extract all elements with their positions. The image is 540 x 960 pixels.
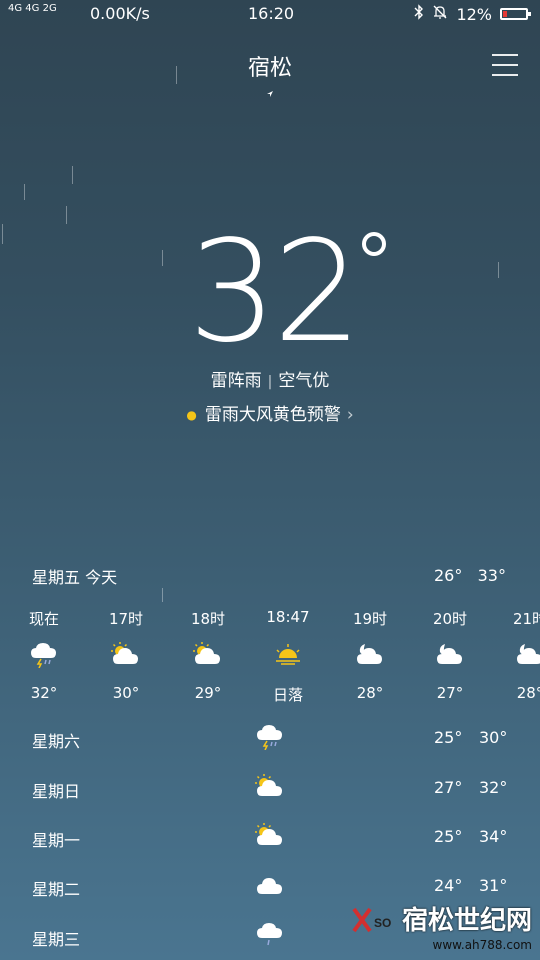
warning-text: 雷雨大风黄色预警 bbox=[204, 405, 341, 425]
day-name: 星期一 bbox=[32, 831, 81, 850]
rain-icon bbox=[255, 922, 285, 948]
daily-row: 星期六 25° 30° bbox=[0, 725, 540, 758]
day-name: 星期六 bbox=[32, 732, 81, 751]
status-right: 12% bbox=[414, 4, 531, 24]
day-name: 星期日 bbox=[32, 782, 81, 801]
menu-icon[interactable] bbox=[492, 54, 518, 84]
day-high: 34° bbox=[479, 827, 508, 846]
today-low: 26° bbox=[434, 566, 463, 585]
hour-label: 21时 bbox=[512, 610, 540, 628]
watermark-logo: SO bbox=[350, 903, 396, 935]
network-indicator: 4G 4G 2G bbox=[8, 3, 57, 14]
city-title[interactable]: 宿松 bbox=[0, 50, 540, 82]
today-label: 星期五 今天 bbox=[32, 568, 118, 587]
partly-cloudy-icon bbox=[111, 642, 141, 668]
hour-temp: 28° bbox=[516, 684, 540, 702]
divider: | bbox=[267, 374, 273, 390]
battery-icon bbox=[500, 8, 531, 20]
hour-temp: 30° bbox=[112, 684, 140, 702]
status-bar: 4G 4G 2G 0.00K/s 16:20 12% bbox=[0, 0, 540, 28]
current-temperature: 32 bbox=[188, 211, 362, 374]
condition-line: 雷阵雨 | 空气优 bbox=[0, 366, 540, 391]
air-quality[interactable]: 空气优 bbox=[278, 371, 329, 391]
watermark-brand: 宿松世纪网 bbox=[401, 906, 532, 936]
day-name: 星期二 bbox=[32, 880, 81, 899]
day-high: 30° bbox=[479, 728, 508, 747]
rain-streak bbox=[24, 184, 25, 200]
partly-cloudy-icon bbox=[193, 642, 223, 668]
today-high: 33° bbox=[477, 566, 506, 585]
day-high: 32° bbox=[479, 778, 508, 797]
svg-text:SO: SO bbox=[374, 916, 391, 930]
degree-symbol bbox=[362, 232, 386, 256]
today-range: 26° 33° bbox=[434, 566, 506, 585]
hour-label: 18:47 bbox=[266, 608, 310, 626]
rain-streak bbox=[2, 224, 3, 244]
day-low: 24° bbox=[434, 876, 463, 895]
watermark-url: www.ah788.com bbox=[432, 938, 532, 952]
hour-temp: 27° bbox=[436, 684, 464, 702]
rain-streak bbox=[66, 206, 67, 224]
mute-icon bbox=[432, 4, 448, 24]
weather-warning[interactable]: ● 雷雨大风黄色预警 › bbox=[0, 400, 540, 425]
rain-streak bbox=[162, 250, 163, 266]
hour-temp: 29° bbox=[194, 684, 222, 702]
condition-text: 雷阵雨 bbox=[210, 371, 262, 391]
rain-streak bbox=[498, 262, 499, 278]
hourly-forecast[interactable]: 现在 32° 17时 30° 18时 29° 18:47 日落 19时 28° 20时 27° 21时 2… bbox=[0, 608, 540, 708]
daily-row: 星期日 27° 32° bbox=[0, 774, 540, 808]
thunder-rain-icon bbox=[29, 642, 59, 669]
day-name: 星期三 bbox=[32, 930, 81, 949]
thunder-rain-icon bbox=[255, 724, 285, 751]
sunset-icon bbox=[273, 642, 303, 668]
rain-streak bbox=[162, 588, 163, 602]
partly-cloudy-icon bbox=[255, 774, 285, 800]
network-speed: 0.00K/s bbox=[90, 4, 150, 23]
rain-streak bbox=[72, 166, 73, 184]
hour-label: 18时 bbox=[190, 610, 226, 628]
watermark: SO 宿松世纪网 www.ah788.com bbox=[350, 900, 532, 952]
location-arrow-icon bbox=[266, 90, 274, 101]
bluetooth-icon bbox=[414, 4, 424, 24]
hour-temp: 日落 bbox=[272, 686, 303, 704]
battery-percent: 12% bbox=[456, 4, 492, 24]
hour-label: 19时 bbox=[352, 610, 388, 628]
day-low: 25° bbox=[434, 827, 463, 846]
hour-label: 17时 bbox=[108, 610, 144, 628]
daily-row: 星期一 25° 34° bbox=[0, 823, 540, 857]
hour-label: 20时 bbox=[432, 610, 468, 628]
hour-label: 现在 bbox=[28, 610, 59, 628]
day-high: 31° bbox=[479, 876, 508, 895]
partly-cloudy-icon bbox=[255, 823, 285, 849]
night-cloudy-icon bbox=[515, 642, 540, 668]
hour-temp: 28° bbox=[356, 684, 384, 702]
status-time: 16:20 bbox=[248, 4, 295, 23]
chevron-right-icon: › bbox=[346, 405, 354, 425]
hour-temp: 32° bbox=[30, 684, 58, 702]
night-cloudy-icon bbox=[435, 642, 465, 668]
day-low: 25° bbox=[434, 728, 463, 747]
warning-dot-icon: ● bbox=[186, 408, 197, 422]
night-cloudy-icon bbox=[355, 642, 385, 668]
cloudy-icon bbox=[255, 872, 285, 898]
day-low: 27° bbox=[434, 778, 463, 797]
